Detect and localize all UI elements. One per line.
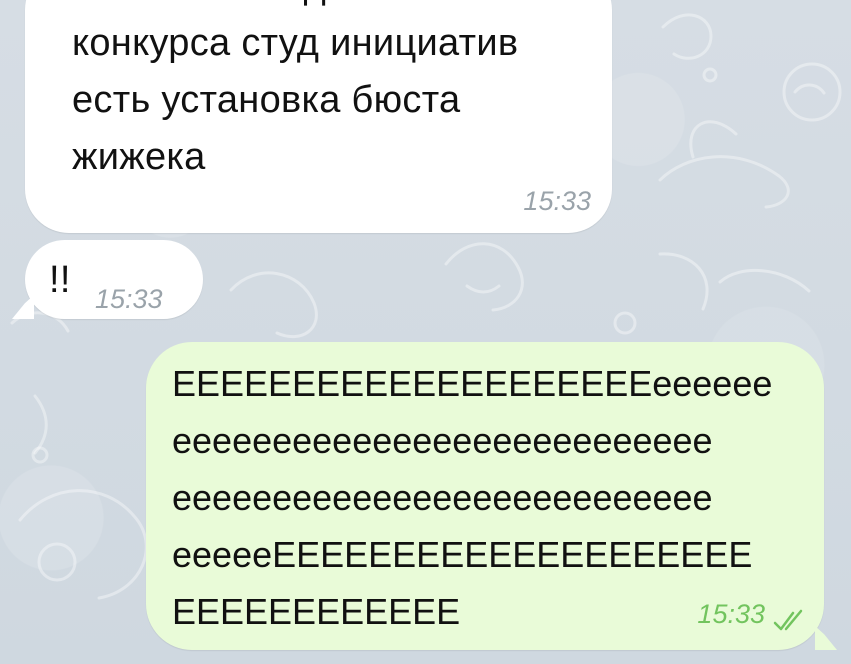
message-text: в числе победителей конкурса студ инициа… [72, 0, 519, 178]
message-time: 15:33 [523, 186, 591, 216]
incoming-message-1[interactable]: в числе победителей конкурса студ инициа… [25, 0, 612, 233]
outgoing-message[interactable]: ЕЕЕЕЕЕЕЕЕЕЕЕЕЕЕЕЕЕЕЕеееееe еееееееееееее… [146, 342, 837, 650]
message-time: 15:33 [95, 284, 163, 314]
incoming-message-2[interactable]: !! 15:33 [12, 240, 203, 319]
message-text: ЕЕЕЕЕЕЕЕЕЕЕЕЕЕЕЕЕЕЕЕеееееe еееееееееееее… [172, 363, 773, 632]
message-text: !! [49, 259, 71, 301]
message-time: 15:33 [697, 599, 765, 629]
double-check-icon [773, 609, 803, 631]
